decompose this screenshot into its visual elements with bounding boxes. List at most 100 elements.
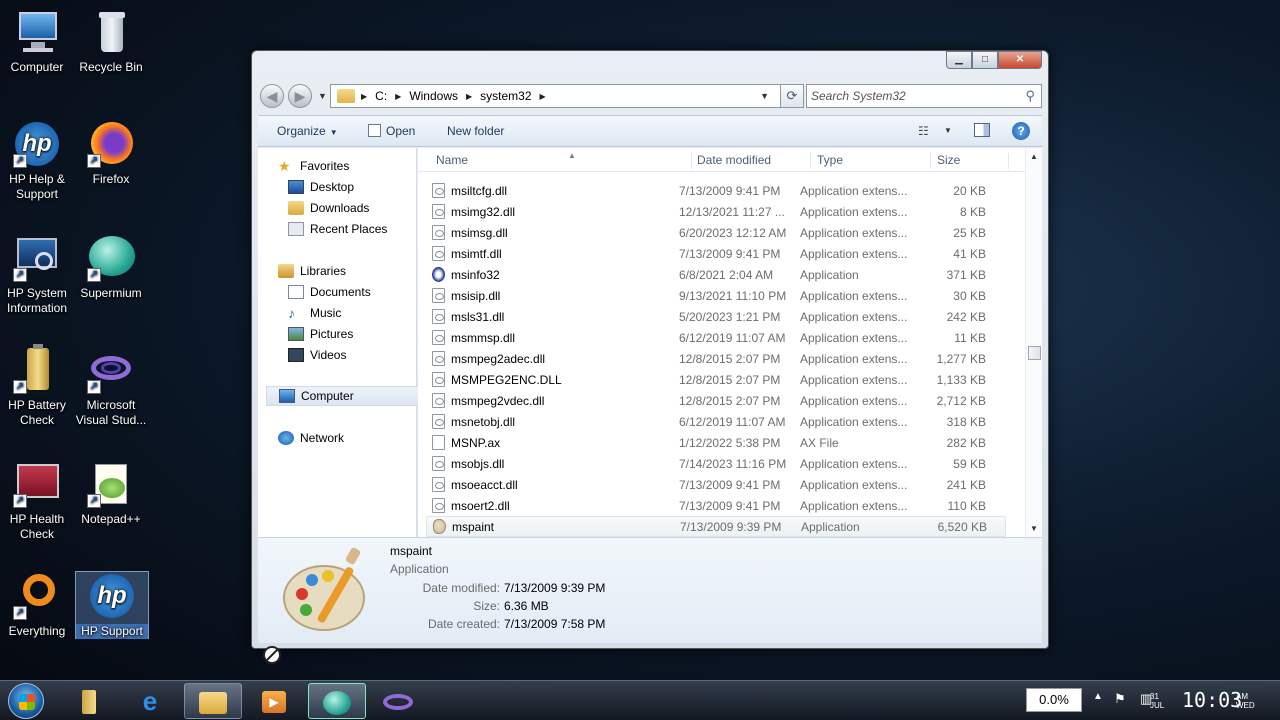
address-bar[interactable]: ▶ C: ▶ Windows ▶ system32 ▶ ▼ (330, 84, 800, 108)
desktop-icon-computer[interactable]: Computer (0, 8, 74, 75)
minimize-button[interactable]: ▁ (946, 51, 972, 69)
cpu-usage-indicator[interactable]: 0.0% (1026, 688, 1082, 712)
file-row[interactable]: msoeacct.dll 7/13/2009 9:41 PM Application… (426, 474, 1006, 495)
desktop-icon-hp-health[interactable]: ↗ HP Health Check (0, 460, 74, 542)
file-row[interactable]: msnetobj.dll 6/12/2019 11:07 AM Applicatio… (426, 411, 1006, 432)
file-row[interactable]: msobjs.dll 7/14/2023 11:16 PM Application … (426, 453, 1006, 474)
help-icon[interactable]: ? (1012, 122, 1030, 140)
file-row[interactable]: msinfo32 6/8/2021 2:04 AM Application 371 K… (426, 264, 1006, 285)
desktop-icon-label: HP Health Check (9, 512, 65, 541)
column-name[interactable]: Name ▲ (432, 151, 692, 169)
scroll-up-icon[interactable]: ▲ (1030, 152, 1038, 161)
new-folder-button[interactable]: New folder (447, 124, 504, 138)
scrollbar-thumb[interactable] (1028, 346, 1041, 360)
desktop-icon-visual-studio[interactable]: ↗ Microsoft Visual Stud... (74, 346, 148, 428)
breadcrumb-c-drive[interactable]: C: (375, 89, 387, 103)
file-row[interactable]: msimg32.dll 12/13/2021 11:27 ... Applicati… (426, 201, 1006, 222)
file-type: Application extens... (800, 372, 908, 387)
file-row[interactable]: msoert2.dll 7/13/2009 9:41 PM Application … (426, 495, 1006, 516)
desktop-icon-label: HP Support (76, 624, 148, 639)
file-row[interactable]: MSNP.ax 1/12/2022 5:38 PM AX File 282 KB (426, 432, 1006, 453)
desktop-icon-notepadpp[interactable]: ↗ Notepad++ (74, 460, 148, 527)
column-type[interactable]: Type (813, 153, 931, 169)
details-file-type: Application (390, 562, 449, 576)
breadcrumb-windows[interactable]: Windows (409, 89, 458, 103)
desktop-icon-firefox[interactable]: ↗ Firefox (74, 120, 148, 187)
clock-time[interactable]: 10:03 (1182, 688, 1242, 712)
file-row[interactable]: MSMPEG2ENC.DLL 12/8/2015 2:07 PM Applicati… (426, 369, 1006, 390)
taskbar-supermium[interactable] (308, 683, 366, 719)
breadcrumb-separator-icon[interactable]: ▶ (466, 92, 472, 101)
desktop-icon-hp-support[interactable]: hp HP Support (75, 571, 149, 639)
nav-label: Music (310, 306, 342, 320)
vertical-scrollbar[interactable]: ▲ ▼ (1025, 148, 1042, 537)
search-icon[interactable]: ⚲ (1025, 88, 1035, 104)
column-date-modified[interactable]: Date modified (693, 153, 811, 169)
forward-button[interactable]: ▶ (288, 84, 312, 108)
file-type: Application extens... (800, 246, 908, 261)
nav-favorites[interactable]: ★ Favorites (278, 156, 436, 176)
file-type: Application extens... (800, 288, 908, 303)
address-dropdown-icon[interactable]: ▼ (760, 91, 769, 101)
close-button[interactable]: ✕ (998, 51, 1042, 69)
music-icon: ♪ (288, 305, 295, 321)
refresh-button[interactable]: ⟳ (780, 84, 804, 108)
chevron-down-icon: ▼ (329, 128, 338, 137)
dll-file-icon (432, 309, 445, 324)
back-button[interactable]: ◀ (260, 84, 284, 108)
breadcrumb-separator-icon[interactable]: ▶ (540, 92, 546, 101)
dll-file-icon (432, 414, 445, 429)
desktop-icon-label: Recycle Bin (79, 60, 143, 74)
breadcrumb-separator-icon[interactable]: ▶ (395, 92, 401, 101)
search-input[interactable]: Search System32 ⚲ (806, 84, 1042, 108)
maximize-button[interactable]: □ (972, 51, 998, 69)
column-size[interactable]: Size (933, 153, 1009, 169)
file-row[interactable]: msisip.dll 9/13/2021 11:10 PM Application … (426, 285, 1006, 306)
desktop-icon-supermium[interactable]: ↗ Supermium (74, 234, 148, 301)
change-view-icon[interactable]: ☷ (918, 124, 929, 138)
file-row[interactable]: msimtf.dll 7/13/2009 9:41 PM Application e… (426, 243, 1006, 264)
scroll-down-icon[interactable]: ▼ (1030, 524, 1038, 533)
organize-button[interactable]: Organize ▼ (277, 124, 338, 138)
breadcrumb-separator-icon[interactable]: ▶ (361, 92, 367, 101)
recent-pages-dropdown[interactable]: ▼ (318, 91, 327, 101)
file-row[interactable]: msmmsp.dll 6/12/2019 11:07 AM Application … (426, 327, 1006, 348)
file-type: Application extens... (800, 225, 908, 240)
file-type: Application (801, 519, 860, 534)
taskbar-media-player[interactable]: ▶ (245, 683, 303, 719)
file-name: msls31.dll (451, 309, 505, 324)
file-row[interactable]: msmpeg2adec.dll 12/8/2015 2:07 PM Applicat… (426, 348, 1006, 369)
desktop-icon-hp-system-info[interactable]: ↗ HP System Information (0, 234, 74, 316)
nav-libraries[interactable]: Libraries (278, 261, 436, 281)
taskbar-battery-app[interactable] (60, 683, 118, 719)
nav-computer[interactable]: Computer (266, 386, 424, 406)
recycle-bin-icon (87, 8, 135, 56)
breadcrumb-system32[interactable]: system32 (480, 89, 531, 103)
nav-network[interactable]: Network (278, 428, 436, 448)
preview-pane-icon[interactable] (974, 123, 990, 137)
view-dropdown-icon[interactable]: ▼ (944, 126, 952, 135)
file-size: 1,277 KB (936, 351, 986, 366)
desktop-icon-recycle-bin[interactable]: Recycle Bin (74, 8, 148, 75)
start-button[interactable] (8, 683, 44, 719)
file-row[interactable]: msiltcfg.dll 7/13/2009 9:41 PM Application… (426, 180, 1006, 201)
clock-ampm: AM (1236, 692, 1248, 701)
file-row[interactable]: msimsg.dll 6/20/2023 12:12 AM Application … (426, 222, 1006, 243)
file-name: msiltcfg.dll (451, 183, 508, 198)
file-size: 25 KB (953, 225, 986, 240)
show-hidden-icons-icon[interactable]: ▲ (1093, 691, 1103, 702)
desktop-icon-everything[interactable]: ↗ Everything (0, 572, 74, 639)
taskbar-explorer[interactable] (184, 683, 242, 719)
action-center-flag-icon[interactable]: ⚑ (1114, 691, 1126, 707)
desktop-icon-hp-help[interactable]: hp ↗ HP Help & Support (0, 120, 74, 202)
file-row[interactable]: msls31.dll 5/20/2023 1:21 PM Application e… (426, 306, 1006, 327)
desktop-icon-hp-battery[interactable]: ↗ HP Battery Check (0, 344, 74, 428)
dll-file-icon (432, 204, 445, 219)
file-name: msnetobj.dll (451, 414, 516, 429)
file-row[interactable]: msmpeg2vdec.dll 12/8/2015 2:07 PM Applicat… (426, 390, 1006, 411)
nav-label: Desktop (310, 180, 355, 194)
file-row[interactable]: mspaint 7/13/2009 9:39 PM Application 6,520… (426, 516, 1006, 537)
open-button[interactable]: Open (368, 124, 415, 138)
taskbar-visual-studio[interactable] (369, 683, 427, 719)
taskbar-internet-explorer[interactable]: e (121, 683, 179, 719)
